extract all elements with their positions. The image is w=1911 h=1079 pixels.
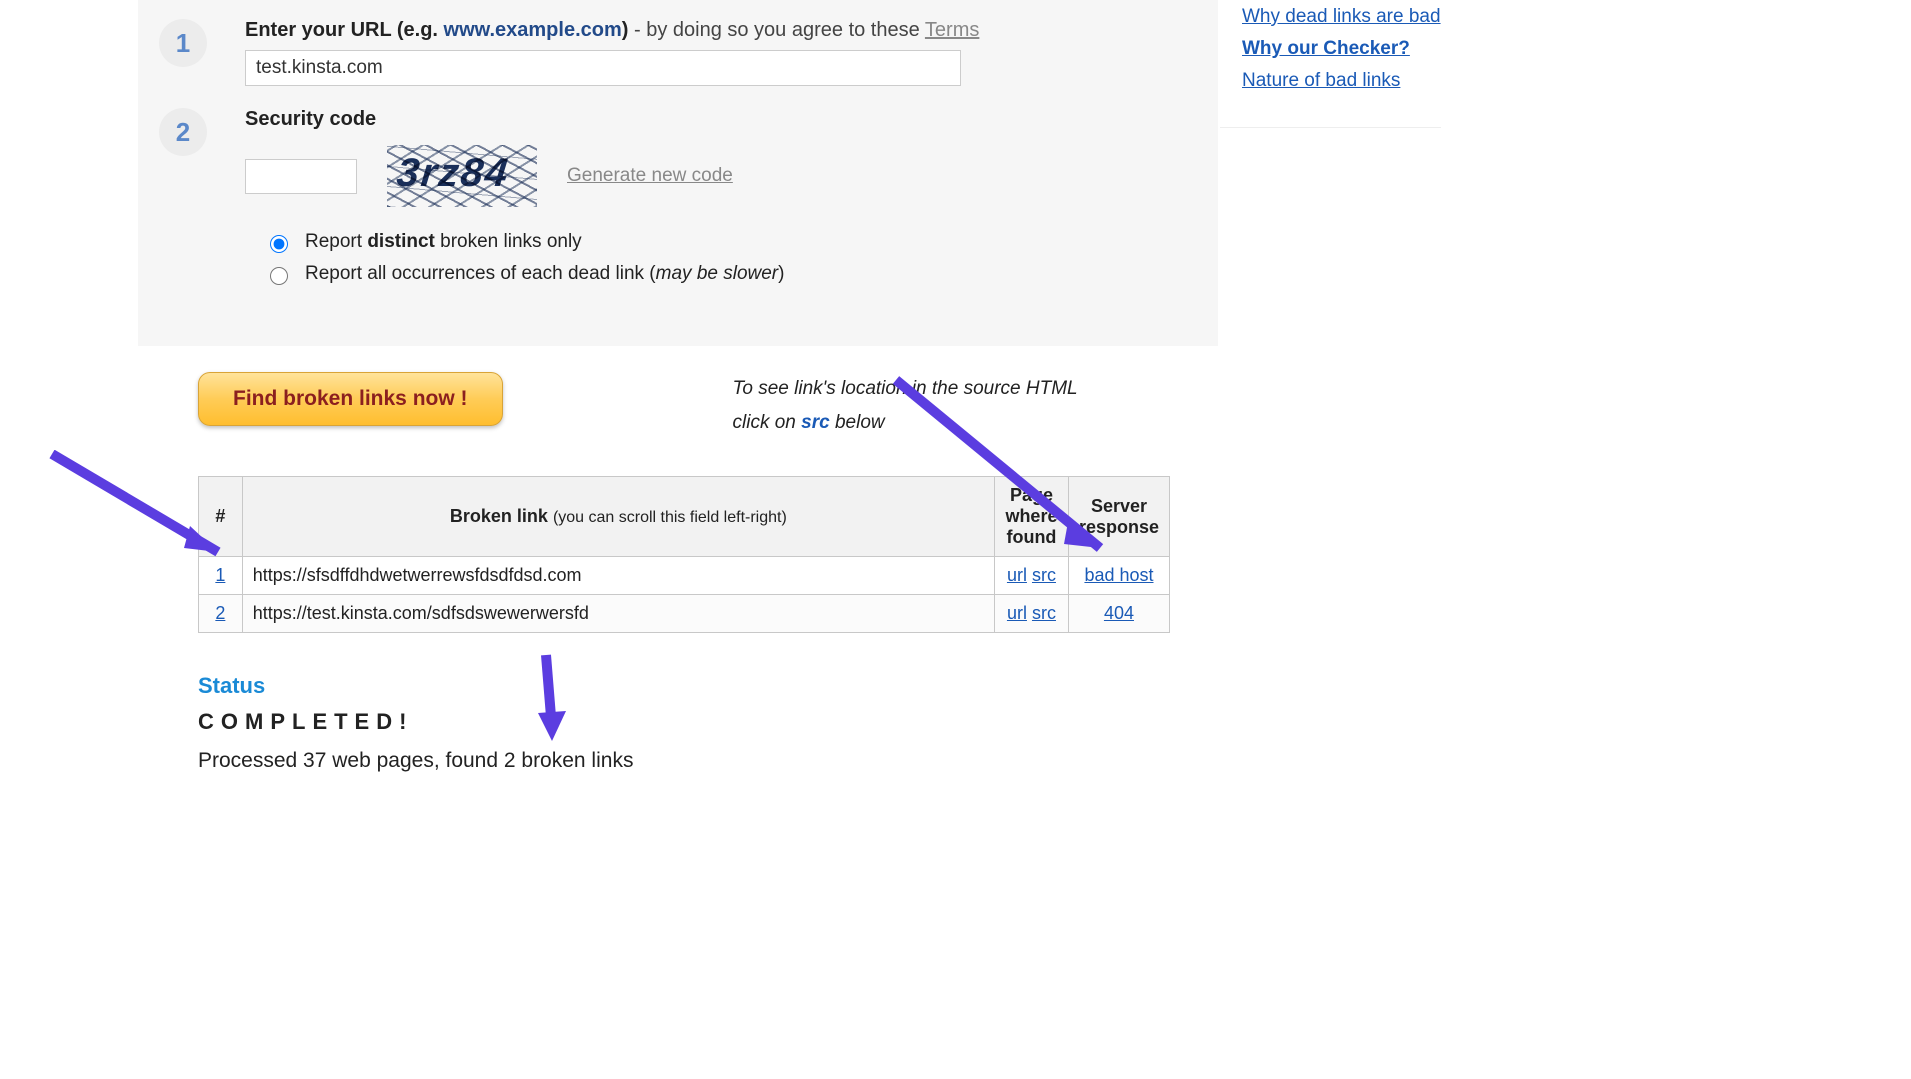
url-label-suffix: ): [622, 19, 634, 41]
captcha-image: 3rz84: [387, 145, 537, 207]
status-title: Status: [198, 673, 1218, 699]
step-1: 1 Enter your URL (e.g. www.example.com) …: [159, 19, 1197, 86]
col-server-response: Server response: [1068, 477, 1169, 557]
step-number-2: 2: [159, 108, 207, 156]
src-link[interactable]: src: [1032, 565, 1056, 585]
url-input[interactable]: [245, 50, 961, 86]
src-hint: To see link's location in the source HTM…: [733, 372, 1078, 440]
report-all-option[interactable]: Report all occurrences of each dead link…: [265, 263, 1197, 285]
report-distinct-option[interactable]: Report distinct broken links only: [265, 231, 1197, 253]
col-page-found: Page where found: [994, 477, 1068, 557]
url-label-prefix: Enter your URL (e.g.: [245, 19, 444, 41]
url-link[interactable]: url: [1007, 565, 1027, 585]
table-row: 1 https://sfsdffdhdwetwerrewsfdsdfdsd.com…: [199, 557, 1170, 595]
col-broken-link: Broken link (you can scroll this field l…: [242, 477, 994, 557]
server-response-link[interactable]: 404: [1104, 603, 1134, 623]
report-all-label: Report all occurrences of each dead link…: [305, 263, 784, 285]
hint-line-1: To see link's location in the source HTM…: [733, 372, 1078, 406]
url-label: Enter your URL (e.g. www.example.com) - …: [245, 19, 1197, 42]
sidebar-link[interactable]: Why our Checker?: [1242, 38, 1441, 60]
broken-url-cell: https://test.kinsta.com/sdfsdswewerwersf…: [242, 595, 994, 633]
broken-links-table: # Broken link (you can scroll this field…: [198, 476, 1170, 633]
page-found-cell: url src: [994, 557, 1068, 595]
captcha-noise: [387, 145, 537, 207]
report-options: Report distinct broken links only Report…: [245, 231, 1197, 285]
status-block: Status COMPLETED! Processed 37 web pages…: [198, 673, 1218, 773]
generate-new-code-link[interactable]: Generate new code: [567, 165, 733, 187]
step-2: 2 Security code 3rz84 Generate new code: [159, 108, 1197, 295]
sidebar-link[interactable]: Why dead links are bad: [1242, 6, 1441, 28]
src-link[interactable]: src: [1032, 603, 1056, 623]
status-message: Processed 37 web pages, found 2 broken l…: [198, 749, 1218, 773]
security-code-input[interactable]: [245, 159, 357, 194]
row-number-link[interactable]: 1: [215, 565, 225, 585]
row-number-link[interactable]: 2: [215, 603, 225, 623]
server-response-link[interactable]: bad host: [1084, 565, 1153, 585]
page-found-cell: url src: [994, 595, 1068, 633]
security-code-label: Security code: [245, 108, 1197, 131]
form-panel: 1 Enter your URL (e.g. www.example.com) …: [138, 0, 1218, 346]
sidebar-link[interactable]: Nature of bad links: [1242, 70, 1441, 92]
table-row: 2 https://test.kinsta.com/sdfsdswewerwers…: [199, 595, 1170, 633]
terms-link[interactable]: Terms: [925, 19, 979, 41]
url-link[interactable]: url: [1007, 603, 1027, 623]
status-completed: COMPLETED!: [198, 709, 1218, 735]
url-agree-text: - by doing so you agree to these: [634, 19, 925, 41]
results-panel: Find broken links now ! To see link's lo…: [138, 346, 1218, 813]
report-distinct-label: Report distinct broken links only: [305, 231, 582, 253]
report-distinct-radio[interactable]: [270, 235, 288, 253]
hint-line-2: click on src below: [733, 406, 1078, 440]
url-label-example: www.example.com: [444, 19, 622, 41]
col-number: #: [199, 477, 243, 557]
report-all-radio[interactable]: [270, 267, 288, 285]
broken-url-cell: https://sfsdffdhdwetwerrewsfdsdfdsd.com: [242, 557, 994, 595]
step-number-1: 1: [159, 19, 207, 67]
sidebar: Why dead links are bad Why our Checker? Na…: [1220, 0, 1441, 128]
find-links-button[interactable]: Find broken links now !: [198, 372, 503, 426]
